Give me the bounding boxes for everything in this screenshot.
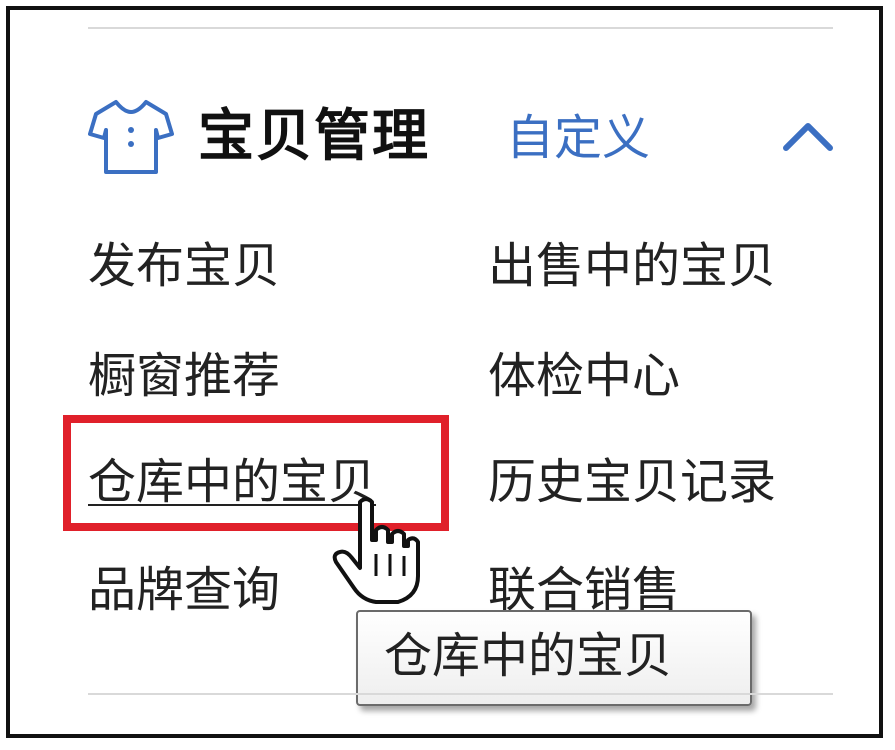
shirt-icon xyxy=(88,100,174,174)
link-health-check[interactable]: 体检中心 xyxy=(488,346,680,406)
customize-link[interactable]: 自定义 xyxy=(506,106,650,170)
link-items-on-sale[interactable]: 出售中的宝贝 xyxy=(488,236,776,296)
bottom-divider xyxy=(88,693,833,695)
section-title: 宝贝管理 xyxy=(198,104,430,169)
chevron-up-icon[interactable] xyxy=(780,116,836,156)
link-brand-query[interactable]: 品牌查询 xyxy=(88,560,280,620)
tooltip-text: 仓库中的宝贝 xyxy=(384,628,673,684)
link-item-history[interactable]: 历史宝贝记录 xyxy=(488,452,776,512)
menu-panel: 宝贝管理 自定义 发布宝贝 出售中的宝贝 橱窗推荐 体检中心 仓库中的宝贝 历史… xyxy=(6,6,883,738)
section-header: 宝贝管理 自定义 xyxy=(88,96,838,176)
link-window-recommend[interactable]: 橱窗推荐 xyxy=(88,346,280,406)
top-divider xyxy=(88,27,833,29)
tooltip: 仓库中的宝贝 xyxy=(356,610,752,706)
link-publish-item[interactable]: 发布宝贝 xyxy=(88,236,280,296)
hand-cursor-icon xyxy=(332,497,420,604)
